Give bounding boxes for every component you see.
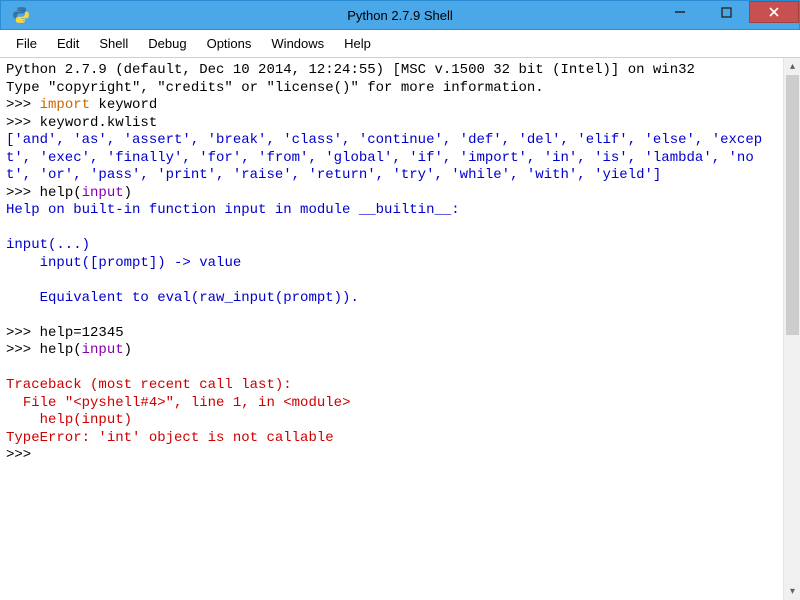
window-controls (657, 1, 799, 23)
paren-close: ) (124, 342, 132, 358)
paren-close: ) (124, 185, 132, 201)
assign-help: help=12345 (40, 325, 124, 341)
text-keyword: keyword (90, 97, 157, 113)
help-line-1: input([prompt]) -> value (6, 255, 241, 271)
traceback-file: File "<pyshell#4>", line 1, in <module> (6, 395, 350, 411)
vertical-scrollbar[interactable]: ▴ ▾ (783, 58, 800, 600)
stmt-kwlist: keyword.kwlist (40, 115, 158, 131)
builtin-input: input (82, 185, 124, 201)
menu-file[interactable]: File (6, 32, 47, 55)
maximize-button[interactable] (703, 1, 749, 23)
prompt: >>> (6, 97, 40, 113)
menu-shell[interactable]: Shell (89, 32, 138, 55)
prompt: >>> (6, 447, 40, 463)
editor-area: Python 2.7.9 (default, Dec 10 2014, 12:2… (0, 58, 800, 600)
menubar: File Edit Shell Debug Options Windows He… (0, 30, 800, 58)
help-line-2: Equivalent to eval(raw_input(prompt)). (6, 290, 359, 306)
close-button[interactable] (749, 1, 799, 23)
menu-debug[interactable]: Debug (138, 32, 196, 55)
prompt: >>> (6, 185, 40, 201)
scroll-thumb[interactable] (786, 75, 799, 335)
menu-options[interactable]: Options (197, 32, 262, 55)
menu-help[interactable]: Help (334, 32, 381, 55)
help-sig: input(...) (6, 237, 90, 253)
traceback-call: help(input) (6, 412, 132, 428)
prompt: >>> (6, 325, 40, 341)
call-help: help( (40, 185, 82, 201)
banner-line: Python 2.7.9 (default, Dec 10 2014, 12:2… (6, 62, 695, 78)
kw-import: import (40, 97, 90, 113)
info-line: Type "copyright", "credits" or "license(… (6, 80, 544, 96)
traceback-error: TypeError: 'int' object is not callable (6, 430, 334, 446)
builtin-input: input (82, 342, 124, 358)
shell-text[interactable]: Python 2.7.9 (default, Dec 10 2014, 12:2… (0, 58, 783, 600)
call-help2: help( (40, 342, 82, 358)
scroll-down-icon[interactable]: ▾ (784, 583, 800, 600)
prompt: >>> (6, 115, 40, 131)
menu-edit[interactable]: Edit (47, 32, 89, 55)
scroll-up-icon[interactable]: ▴ (784, 58, 800, 75)
help-header: Help on built-in function input in modul… (6, 202, 460, 218)
python-app-icon (7, 1, 35, 29)
traceback-header: Traceback (most recent call last): (6, 377, 292, 393)
output-kwlist: ['and', 'as', 'assert', 'break', 'class'… (6, 132, 762, 183)
menu-windows[interactable]: Windows (261, 32, 334, 55)
titlebar: Python 2.7.9 Shell (0, 0, 800, 30)
minimize-button[interactable] (657, 1, 703, 23)
prompt: >>> (6, 342, 40, 358)
